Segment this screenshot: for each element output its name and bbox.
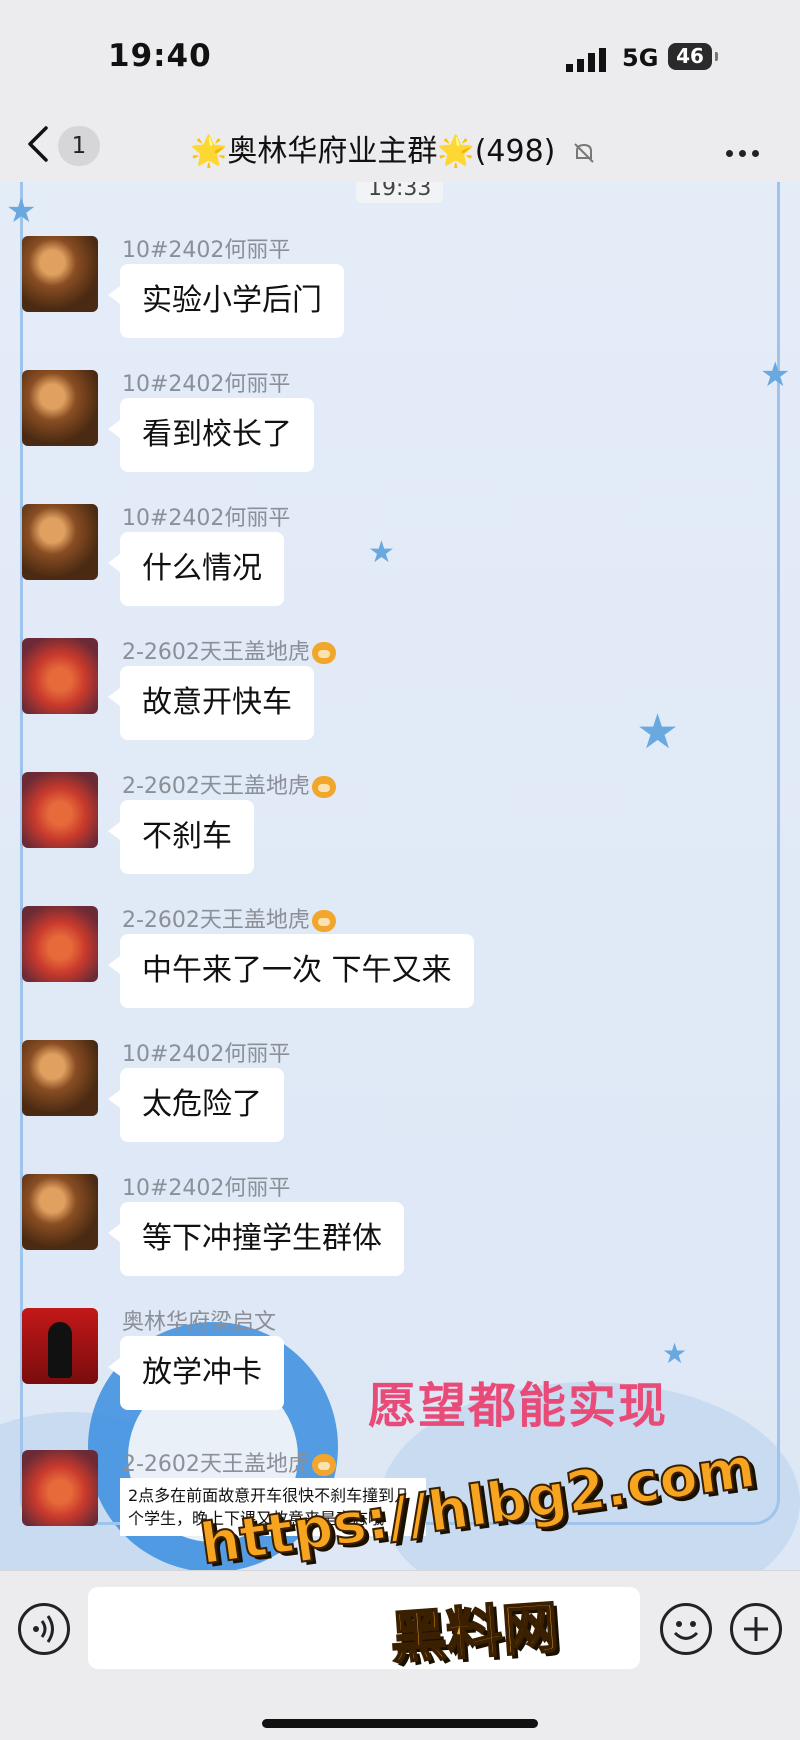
message-timestamp: 19:33 xyxy=(356,182,444,203)
sender-name: 10#2402何丽平 xyxy=(122,506,291,531)
woman-avatar[interactable] xyxy=(22,1040,98,1116)
rabbit-avatar[interactable] xyxy=(22,772,98,848)
chat-title[interactable]: 🌟奥林华府业主群🌟(498) xyxy=(190,126,597,170)
tiger-emoji-icon xyxy=(311,910,336,932)
sender-name: 奥林华府梁启文 xyxy=(122,1310,277,1335)
emoji-icon[interactable] xyxy=(660,1603,712,1655)
star-icon: ★ xyxy=(760,355,791,395)
tiger-emoji-icon xyxy=(311,776,336,798)
message-bubble[interactable]: 放学冲卡 xyxy=(108,1336,284,1410)
message-bubble[interactable]: 看到校长了 xyxy=(108,398,314,472)
rabbit-avatar[interactable] xyxy=(22,906,98,982)
woman-avatar[interactable] xyxy=(22,504,98,580)
message-bubble[interactable]: 实验小学后门 xyxy=(108,264,344,338)
message-bubble[interactable]: 不刹车 xyxy=(108,800,254,874)
star-icon: ★ xyxy=(368,535,395,570)
home-indicator[interactable] xyxy=(262,1719,538,1728)
woman-avatar[interactable] xyxy=(22,236,98,312)
sender-name: 10#2402何丽平 xyxy=(122,372,291,397)
plus-icon[interactable] xyxy=(730,1603,782,1655)
star-icon: ★ xyxy=(6,191,37,231)
voice-icon[interactable] xyxy=(18,1603,70,1655)
message-bubble[interactable]: 太危险了 xyxy=(108,1068,284,1142)
chevron-left-icon[interactable] xyxy=(24,124,52,164)
bell-muted-icon xyxy=(574,142,594,163)
tiger-emoji-icon xyxy=(311,642,336,664)
sender-name: 2-2602天王盖地虎 xyxy=(122,1446,336,1478)
network-label: 5G xyxy=(622,44,659,72)
tiger-emoji-icon xyxy=(311,1454,336,1476)
sender-name: 10#2402何丽平 xyxy=(122,1176,291,1201)
rabbit-avatar[interactable] xyxy=(22,638,98,714)
chat-title-text: 🌟奥林华府业主群🌟(498) xyxy=(190,134,556,169)
sender-name: 10#2402何丽平 xyxy=(122,1042,291,1067)
woman-avatar[interactable] xyxy=(22,370,98,446)
sender-name: 2-2602天王盖地虎 xyxy=(122,902,336,934)
watermark-name: 黑料网 xyxy=(387,1594,561,1673)
voice-wave-glyph xyxy=(33,1615,54,1643)
rabbit-avatar[interactable] xyxy=(22,1450,98,1526)
battery-icon: 46 xyxy=(668,43,718,70)
status-bar: 19:40 5G 46 xyxy=(0,0,800,110)
unread-badge[interactable]: 1 xyxy=(58,126,100,166)
chat-area[interactable]: ★ ★ ★ ★ ★ 19:33 10#2402何丽平 实验小学后门 10#240… xyxy=(0,182,800,1570)
woman-avatar[interactable] xyxy=(22,1174,98,1250)
smiley-glyph xyxy=(673,1621,699,1640)
star-icon: ★ xyxy=(636,704,680,760)
message-bubble[interactable]: 什么情况 xyxy=(108,532,284,606)
more-dots-icon[interactable] xyxy=(726,142,765,161)
silhouette-avatar[interactable] xyxy=(22,1308,98,1384)
star-icon: ★ xyxy=(662,1337,688,1370)
message-bubble[interactable]: 故意开快车 xyxy=(108,666,314,740)
plus-glyph xyxy=(744,1617,768,1641)
chat-header: 1 🌟奥林华府业主群🌟(498) xyxy=(0,110,800,183)
signal-icon xyxy=(566,48,606,72)
background-slogan: 愿望都能实现 xyxy=(368,1378,669,1434)
message-bubble[interactable]: 中午来了一次 下午又来 xyxy=(108,934,474,1008)
sender-name: 2-2602天王盖地虎 xyxy=(122,634,336,666)
sender-name: 2-2602天王盖地虎 xyxy=(122,768,336,800)
sender-name: 10#2402何丽平 xyxy=(122,238,291,263)
message-bubble[interactable]: 等下冲撞学生群体 xyxy=(108,1202,404,1276)
status-time: 19:40 xyxy=(108,38,212,74)
